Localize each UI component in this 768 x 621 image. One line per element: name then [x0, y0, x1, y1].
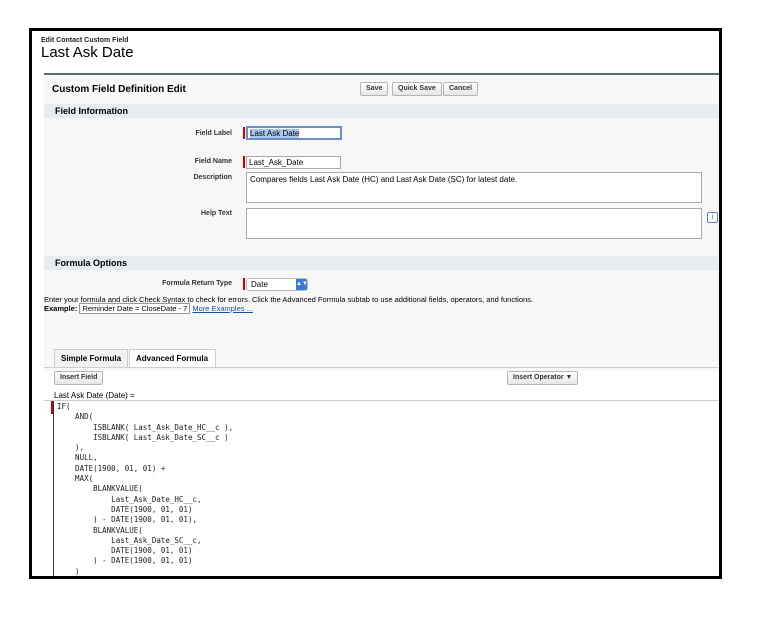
- required-marker: [243, 127, 245, 139]
- required-marker: [243, 278, 245, 290]
- caret-down-icon: ▼: [565, 374, 573, 381]
- required-marker: [243, 156, 245, 168]
- custom-field-card: Custom Field Definition Edit Save Quick …: [44, 73, 719, 576]
- help-text-label: Help Text: [201, 210, 232, 217]
- return-type-value: Date: [251, 280, 268, 289]
- description-label: Description: [193, 174, 232, 181]
- field-label-input[interactable]: Last Ask Date: [246, 126, 342, 140]
- editor-left-border: [53, 401, 54, 576]
- page-title: Last Ask Date: [41, 44, 134, 61]
- tab-divider: [44, 367, 719, 368]
- formula-editor: Insert Field Insert Operator ▼ Last Ask …: [44, 371, 719, 576]
- return-type-label: Formula Return Type: [162, 280, 232, 287]
- description-textarea[interactable]: Compares fields Last Ask Date (HC) and L…: [246, 172, 702, 203]
- insert-field-button[interactable]: Insert Field: [54, 371, 104, 385]
- example-line: Example: Reminder Date = CloseDate - 7 M…: [44, 303, 253, 314]
- page-subtitle: Edit Contact Custom Field: [41, 37, 129, 44]
- field-label-label: Field Label: [195, 130, 232, 137]
- return-type-select[interactable]: Date ▲▼: [246, 278, 308, 291]
- card-title: Custom Field Definition Edit: [52, 84, 186, 95]
- more-examples-link[interactable]: More Examples ...: [192, 304, 252, 313]
- cancel-button[interactable]: Cancel: [443, 82, 478, 96]
- section-title: Field Information: [55, 106, 128, 116]
- insert-operator-button[interactable]: Insert Operator ▼: [507, 371, 579, 385]
- field-label-value: Last Ask Date: [250, 129, 300, 138]
- field-name-label: Field Name: [194, 158, 232, 165]
- field-name-input[interactable]: Last_Ask_Date: [246, 156, 341, 169]
- example-value: Reminder Date = CloseDate - 7: [79, 303, 191, 314]
- card-header: Custom Field Definition Edit Save Quick …: [44, 75, 719, 103]
- formula-options-section: Formula Options: [44, 256, 719, 270]
- formula-label: Last Ask Date (Date) =: [54, 391, 135, 400]
- example-label: Example:: [44, 304, 78, 313]
- info-icon[interactable]: i: [707, 212, 718, 223]
- formula-code-textarea[interactable]: IF( AND( ISBLANK( Last_Ask_Date_HC__c ),…: [44, 400, 719, 576]
- tab-simple-formula[interactable]: Simple Formula: [54, 349, 128, 367]
- insert-operator-label: Insert Operator: [513, 374, 564, 381]
- formula-code: IF( AND( ISBLANK( Last_Ask_Date_HC__c ),…: [57, 402, 234, 576]
- window-frame: Edit Contact Custom Field Last Ask Date …: [29, 28, 722, 579]
- tab-advanced-formula[interactable]: Advanced Formula: [129, 349, 216, 367]
- quick-save-button[interactable]: Quick Save: [392, 82, 442, 96]
- section-title: Formula Options: [55, 258, 127, 268]
- help-text-textarea[interactable]: [246, 208, 702, 239]
- chevron-updown-icon: ▲▼: [296, 279, 308, 290]
- save-button[interactable]: Save: [360, 82, 389, 96]
- field-information-section: Field Information: [44, 104, 719, 118]
